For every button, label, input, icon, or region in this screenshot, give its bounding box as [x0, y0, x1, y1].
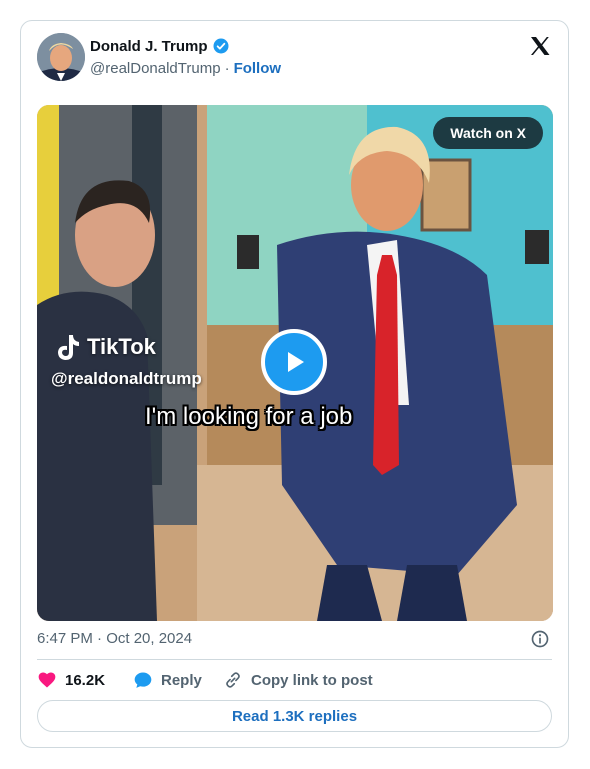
handle-separator: ·	[224, 60, 230, 77]
video-caption: I'm looking for a job	[145, 403, 353, 430]
like-button[interactable]: 16.2K	[37, 670, 133, 690]
heart-icon	[38, 672, 56, 688]
play-button[interactable]	[261, 329, 327, 395]
read-replies-button[interactable]: Read 1.3K replies	[37, 700, 552, 732]
tiktok-note-icon	[58, 335, 79, 360]
reply-label: Reply	[161, 671, 202, 689]
verified-badge-icon	[213, 38, 229, 54]
author-name-row: Donald J. Trump	[90, 37, 230, 55]
copy-link-label: Copy link to post	[251, 671, 373, 689]
copy-link-button[interactable]: Copy link to post	[223, 670, 373, 690]
follow-link[interactable]: Follow	[234, 60, 282, 77]
watch-on-x-button[interactable]: Watch on X	[433, 117, 543, 149]
tiktok-handle-text: @realdonaldtrump	[51, 369, 202, 388]
x-logo-icon[interactable]	[528, 34, 552, 58]
link-icon	[226, 672, 240, 688]
video-player[interactable]: Watch on X TikTok @realdonaldtrump I'm l…	[37, 105, 553, 621]
divider	[37, 659, 552, 660]
play-icon	[288, 352, 304, 372]
reply-button[interactable]: Reply	[133, 670, 223, 690]
info-icon[interactable]	[530, 629, 550, 649]
embedded-post-card: Donald J. Trump @realDonaldTrump · Follo…	[20, 20, 569, 748]
action-bar: 16.2K Reply Copy link to post	[37, 669, 373, 691]
author-handle[interactable]: @realDonaldTrump	[90, 60, 221, 77]
author-name[interactable]: Donald J. Trump	[90, 38, 208, 55]
author-handle-row: @realDonaldTrump · Follow	[90, 60, 281, 77]
tiktok-brand-text: TikTok	[87, 334, 156, 359]
post-timestamp[interactable]: 6:47 PM · Oct 20, 2024	[37, 630, 192, 647]
like-count: 16.2K	[65, 671, 106, 689]
reply-bubble-icon	[134, 672, 152, 688]
tiktok-watermark: TikTok	[55, 333, 156, 361]
author-avatar[interactable]	[37, 33, 85, 81]
